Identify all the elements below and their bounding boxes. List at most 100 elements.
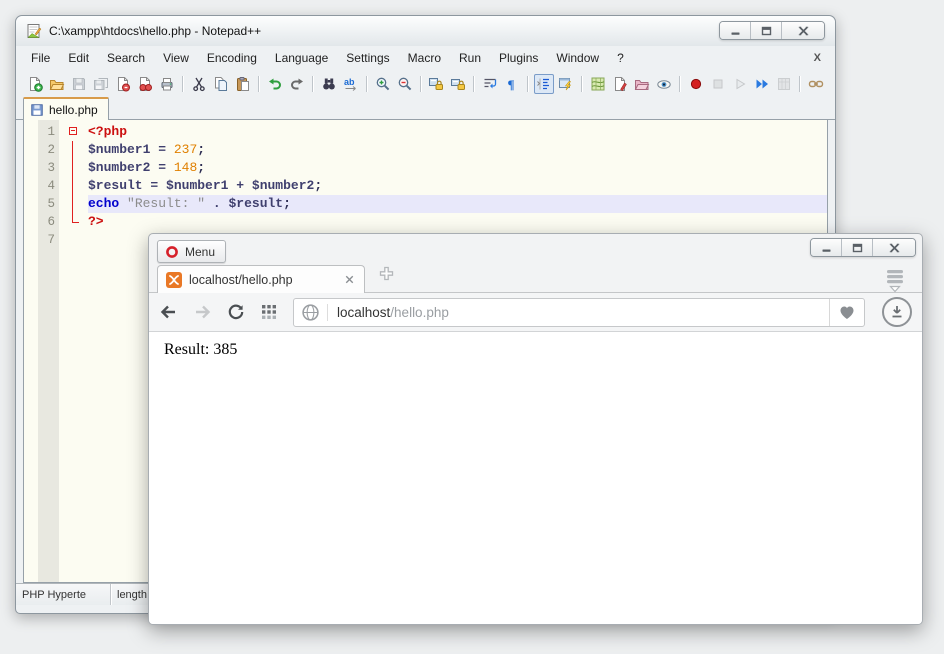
menu-item-plugins[interactable]: Plugins: [490, 48, 547, 68]
code-line-5[interactable]: 5echo "Result: " . $result;: [24, 195, 827, 213]
cut-icon[interactable]: [189, 74, 209, 94]
menu-item-view[interactable]: View: [154, 48, 198, 68]
page-result-text: Result: 385: [164, 341, 237, 358]
fold-marker-line: [59, 177, 88, 195]
code-text: ?>: [88, 213, 827, 231]
opera-restore-button[interactable]: [841, 239, 872, 256]
fold-marker-open[interactable]: [59, 123, 88, 141]
code-line-3[interactable]: 3 $number2 = 148;: [24, 159, 827, 177]
new-file-icon[interactable]: [25, 74, 45, 94]
npp-close-button[interactable]: [781, 22, 824, 39]
zoom-in-icon[interactable]: [373, 74, 393, 94]
code-line-4[interactable]: 4$result = $number1 + $number2;: [24, 177, 827, 195]
code-line-6[interactable]: 6?>: [24, 213, 827, 231]
opera-close-button[interactable]: [872, 239, 915, 256]
undo-icon[interactable]: [265, 74, 285, 94]
menu-item-help[interactable]: ?: [608, 48, 633, 68]
open-folder-icon[interactable]: [47, 74, 67, 94]
token-pl: [166, 160, 174, 175]
reload-icon[interactable]: [227, 303, 245, 321]
print-icon[interactable]: [157, 74, 177, 94]
back-icon[interactable]: [159, 303, 178, 321]
indent-guide-icon[interactable]: [534, 74, 554, 94]
folder-workspace-icon[interactable]: [632, 74, 652, 94]
npp-menubar: FileEditSearchViewEncodingLanguageSettin…: [16, 46, 835, 70]
menu-item-file[interactable]: File: [22, 48, 59, 68]
sync-vertical-icon[interactable]: [427, 74, 447, 94]
line-number: 3: [38, 159, 59, 177]
status-doc-type: PHP Hyperte: [16, 584, 111, 605]
opera-tab-localhost[interactable]: localhost/hello.php: [157, 265, 365, 293]
macro-save-icon[interactable]: [774, 74, 794, 94]
word-wrap-icon[interactable]: [480, 74, 500, 94]
menu-item-search[interactable]: Search: [98, 48, 154, 68]
toolbar-separator: [799, 76, 801, 92]
npp-titlebar[interactable]: C:\xampp\htdocs\hello.php - Notepad++: [16, 16, 835, 46]
speed-dial-icon[interactable]: [260, 303, 278, 321]
downloads-button[interactable]: [882, 297, 912, 327]
sync-horizontal-icon[interactable]: [448, 74, 468, 94]
code-line-1[interactable]: 1 <?php: [24, 123, 827, 141]
bookmark-heart-button[interactable]: [829, 299, 864, 326]
url-text[interactable]: localhost/hello.php: [337, 305, 829, 320]
address-bar[interactable]: localhost/hello.php: [293, 298, 865, 327]
menu-item-settings[interactable]: Settings: [337, 48, 398, 68]
opera-menu-button[interactable]: Menu: [157, 240, 226, 263]
close-doc-icon[interactable]: [113, 74, 133, 94]
npp-tab-label: hello.php: [49, 103, 98, 117]
doc-map-icon[interactable]: [588, 74, 608, 94]
tab-menu-icon[interactable]: [884, 268, 906, 294]
redo-icon[interactable]: [287, 74, 307, 94]
paste-icon[interactable]: [233, 74, 253, 94]
code-line-2[interactable]: 2$number1 = 237;: [24, 141, 827, 159]
close-all-icon[interactable]: [135, 74, 155, 94]
code-text: <?php: [88, 123, 827, 141]
macro-record-icon[interactable]: [686, 74, 706, 94]
toolbar-separator: [679, 76, 681, 92]
save-all-icon[interactable]: [91, 74, 111, 94]
forward-icon[interactable]: [193, 303, 212, 321]
user-define-dialog-icon[interactable]: [556, 74, 576, 94]
menu-item-edit[interactable]: Edit: [59, 48, 98, 68]
toolbar-separator: [420, 76, 422, 92]
copy-icon[interactable]: [211, 74, 231, 94]
site-globe-icon[interactable]: [294, 303, 327, 322]
menu-item-encoding[interactable]: Encoding: [198, 48, 266, 68]
opera-toolbar: localhost/hello.php: [149, 293, 922, 332]
toolbar-separator: [312, 76, 314, 92]
plugin-link-icon[interactable]: [806, 74, 826, 94]
menu-item-language[interactable]: Language: [266, 48, 337, 68]
opera-window-controls: [810, 238, 916, 257]
macro-play-icon[interactable]: [730, 74, 750, 94]
show-all-chars-icon[interactable]: ¶: [502, 74, 522, 94]
npp-menubar-close-doc-button[interactable]: X: [810, 50, 825, 66]
npp-restore-button[interactable]: [750, 22, 781, 39]
menu-item-macro[interactable]: Macro: [399, 48, 450, 68]
save-icon[interactable]: [69, 74, 89, 94]
line-number: 2: [38, 141, 59, 159]
macro-run-multi-icon[interactable]: [752, 74, 772, 94]
find-icon[interactable]: [319, 74, 339, 94]
npp-code-area[interactable]: 1 <?php2$number1 = 237;3 $number2 = 148;4$…: [24, 123, 827, 249]
opera-top-frame[interactable]: Menu: [149, 234, 922, 264]
menu-item-window[interactable]: Window: [547, 48, 608, 68]
replace-icon[interactable]: ab: [341, 74, 361, 94]
macro-stop-icon[interactable]: [708, 74, 728, 94]
code-text: $number2 = 148;: [88, 159, 827, 177]
token-pl: [119, 196, 127, 211]
menu-item-run[interactable]: Run: [450, 48, 490, 68]
doc-switcher-icon[interactable]: [610, 74, 630, 94]
npp-menubar-items: FileEditSearchViewEncodingLanguageSettin…: [22, 48, 633, 68]
new-tab-icon[interactable]: [378, 265, 395, 287]
opera-minimize-button[interactable]: [811, 239, 841, 256]
token-str: "Result: ": [127, 196, 205, 211]
npp-window-controls: [719, 21, 825, 40]
file-monitoring-icon[interactable]: [654, 74, 674, 94]
zoom-out-icon[interactable]: [395, 74, 415, 94]
tab-close-icon[interactable]: [343, 273, 356, 286]
token-op: .: [213, 196, 221, 211]
npp-minimize-button[interactable]: [720, 22, 750, 39]
npp-tab-hello-php[interactable]: hello.php: [23, 97, 109, 120]
token-op: =: [158, 160, 166, 175]
line-number: 1: [38, 123, 59, 141]
